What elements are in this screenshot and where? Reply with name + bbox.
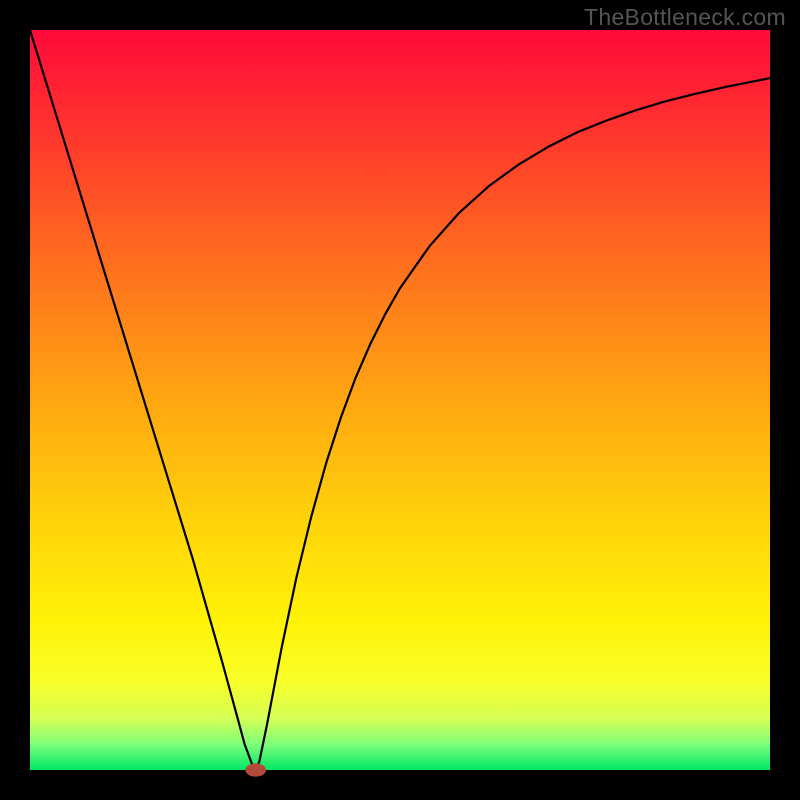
plot-background [30, 30, 770, 770]
chart-root: TheBottleneck.com [0, 0, 800, 800]
watermark-text: TheBottleneck.com [584, 4, 786, 31]
optimum-marker [245, 763, 266, 776]
chart-svg [0, 0, 800, 800]
